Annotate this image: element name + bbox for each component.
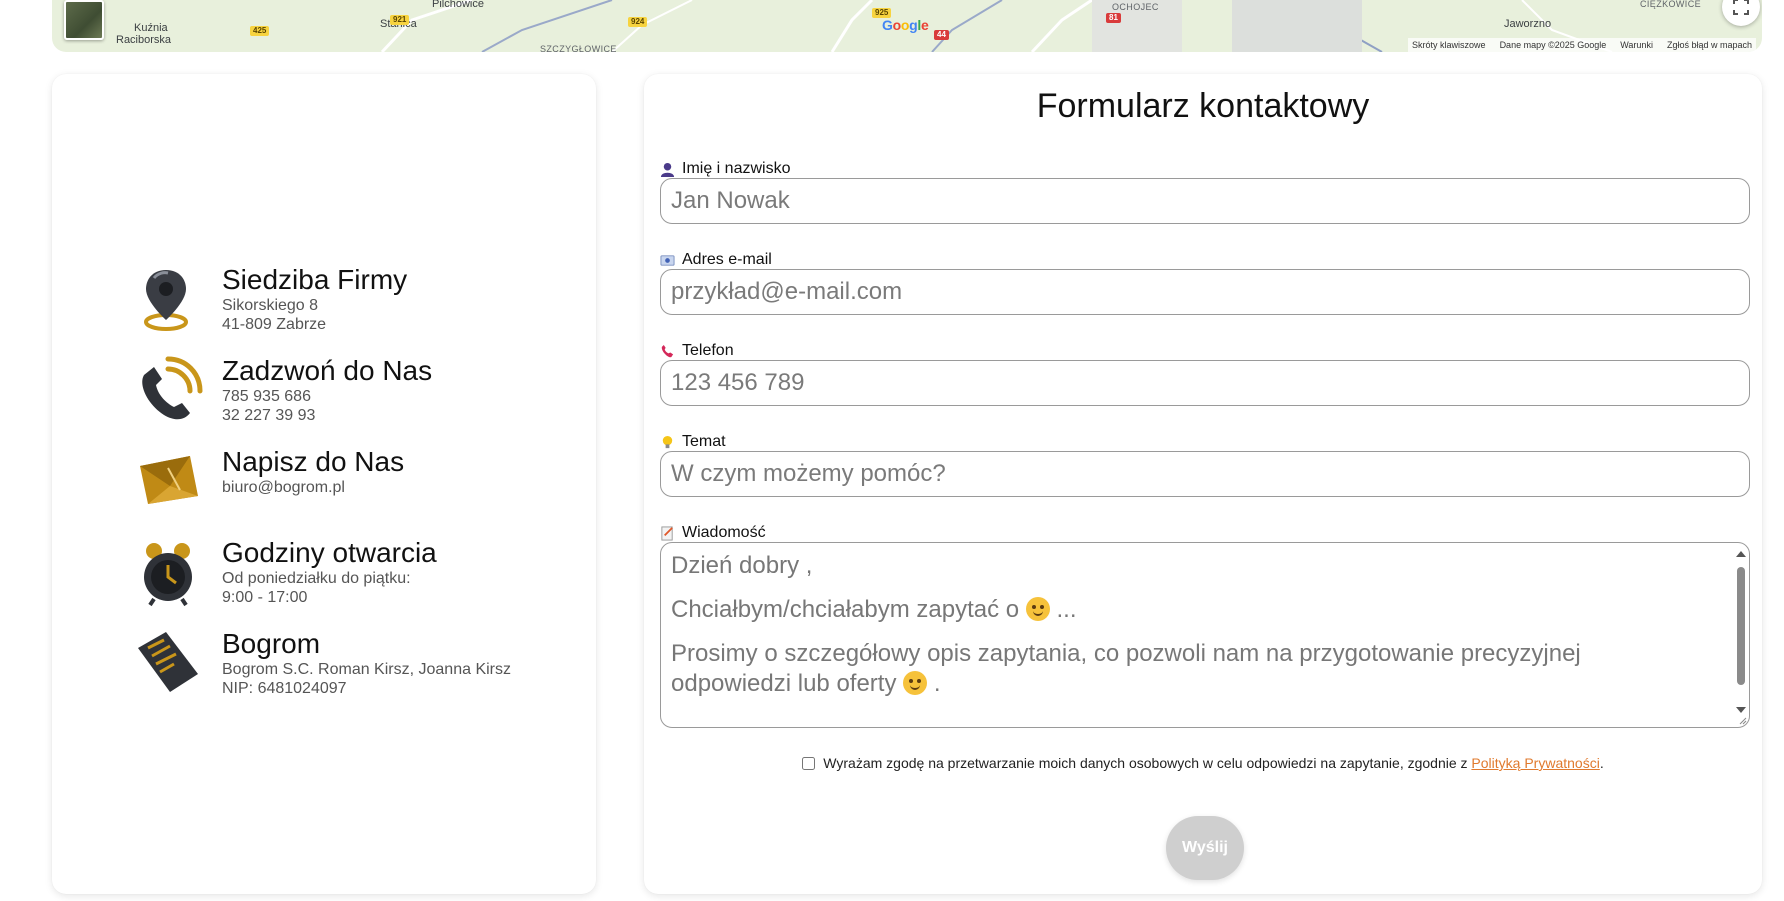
memo-icon bbox=[661, 525, 673, 541]
terms-link[interactable]: Warunki bbox=[1620, 40, 1653, 50]
smiling-emoji-icon bbox=[903, 671, 928, 695]
consent-row: Wyrażam zgodę na przetwarzanie moich dan… bbox=[644, 755, 1762, 771]
map-place: Kuźnia bbox=[134, 22, 168, 34]
map-place: Raciborska bbox=[116, 34, 172, 46]
contact-info-card: Siedziba Firmy Sikorskiego 8 41-809 Zabr… bbox=[52, 74, 596, 894]
info-title: Godziny otwarcia bbox=[222, 537, 437, 568]
info-line: 785 935 686 bbox=[222, 388, 311, 405]
phone-icon bbox=[142, 356, 203, 420]
lightbulb-icon bbox=[662, 435, 673, 448]
message-line: Chciałbym/chciałabym zapytać o bbox=[671, 596, 1020, 623]
textarea-scrollbar[interactable] bbox=[1735, 549, 1747, 717]
fullscreen-icon bbox=[1733, 0, 1749, 15]
message-line-suffix: . bbox=[933, 670, 941, 697]
road-shield: 924 bbox=[628, 17, 648, 27]
document-icon bbox=[138, 632, 198, 692]
info-line: NIP: 6481024097 bbox=[222, 680, 347, 697]
info-line: 41-809 Zabrze bbox=[222, 316, 327, 333]
contact-info-list: Siedziba Firmy Sikorskiego 8 41-809 Zabr… bbox=[134, 264, 511, 719]
subject-field: Temat bbox=[660, 433, 1750, 497]
location-pin-icon bbox=[144, 270, 188, 331]
person-icon bbox=[660, 162, 675, 177]
form-title: Formularz kontaktowy bbox=[1036, 87, 1370, 125]
alarm-clock-icon bbox=[144, 543, 192, 607]
subject-input[interactable] bbox=[660, 451, 1750, 497]
map-place: OCHOJEC bbox=[1112, 2, 1159, 12]
info-line: Bogrom S.C. Roman Kirsz, Joanna Kirsz bbox=[222, 661, 511, 678]
message-line: Dzień dobry , bbox=[671, 552, 813, 579]
name-input[interactable] bbox=[660, 178, 1750, 224]
consent-text-main: Wyrażam zgodę na przetwarzanie moich dan… bbox=[823, 755, 1468, 771]
info-title: Siedziba Firmy bbox=[222, 264, 408, 295]
road-shield: 44 bbox=[934, 30, 949, 40]
info-line: Od poniedziałku do piątku: bbox=[222, 570, 411, 587]
subject-label-text: Temat bbox=[682, 433, 726, 450]
keyboard-shortcuts-link[interactable]: Skróty klawiszowe bbox=[1412, 40, 1486, 50]
message-line-suffix: ... bbox=[1056, 596, 1077, 623]
subject-label: Temat bbox=[660, 433, 1750, 451]
map-place: CIĘŻKOWICE bbox=[1640, 0, 1702, 9]
road-shield: 425 bbox=[250, 26, 270, 36]
info-item-hours: Godziny otwarcia Od poniedziałku do piąt… bbox=[134, 537, 511, 628]
road-shield: 921 bbox=[390, 15, 410, 25]
info-line: 32 227 39 93 bbox=[222, 407, 316, 424]
name-label: Imię i nazwisko bbox=[660, 160, 1750, 178]
message-field: Wiadomość Dzień dobry , Chciałbym/chciał… bbox=[660, 524, 1750, 728]
consent-text: Wyrażam zgodę na przetwarzanie moich dan… bbox=[823, 755, 1603, 771]
submit-button[interactable]: Wyślij bbox=[1166, 816, 1244, 880]
report-error-link[interactable]: Zgłoś błąd w mapach bbox=[1667, 40, 1752, 50]
phone-input[interactable] bbox=[660, 360, 1750, 406]
privacy-policy-link[interactable]: Polityką Prywatności bbox=[1471, 755, 1599, 771]
telephone-icon bbox=[661, 344, 674, 357]
name-field: Imię i nazwisko bbox=[660, 160, 1750, 224]
consent-text-end: . bbox=[1599, 755, 1604, 771]
message-line: Prosimy o szczegółowy opis zapytania, co… bbox=[671, 640, 1581, 667]
info-line: Sikorskiego 8 bbox=[222, 297, 319, 314]
email-input[interactable] bbox=[660, 269, 1750, 315]
message-line: odpowiedzi lub oferty bbox=[671, 670, 897, 697]
map-place: Pilchowice bbox=[432, 0, 484, 10]
message-textarea[interactable]: Dzień dobry , Chciałbym/chciałabym zapyt… bbox=[660, 542, 1750, 728]
map-place: Jaworzno bbox=[1504, 18, 1552, 30]
scroll-up-icon[interactable] bbox=[1736, 551, 1746, 557]
info-line: biuro@bogrom.pl bbox=[222, 479, 345, 496]
name-label-text: Imię i nazwisko bbox=[682, 160, 791, 177]
thinking-emoji-icon bbox=[1025, 597, 1050, 621]
phone-field: Telefon bbox=[660, 342, 1750, 406]
envelope-icon bbox=[140, 456, 198, 504]
message-label: Wiadomość bbox=[660, 524, 1750, 542]
map-attribution: Skróty klawiszowe Dane mapy ©2025 Google… bbox=[1408, 38, 1756, 52]
info-item-company: Bogrom Bogrom S.C. Roman Kirsz, Joanna K… bbox=[134, 628, 511, 719]
email-field: Adres e-mail bbox=[660, 251, 1750, 315]
info-item-phone: Zadzwoń do Nas 785 935 686 32 227 39 93 bbox=[134, 355, 511, 446]
phone-label-text: Telefon bbox=[682, 342, 734, 359]
scroll-down-icon[interactable] bbox=[1736, 707, 1746, 713]
satellite-toggle[interactable] bbox=[64, 0, 104, 40]
info-title: Bogrom bbox=[222, 628, 321, 659]
map-embed[interactable]: Kuźnia Raciborska Stanica Pilchowice SZC… bbox=[52, 0, 1762, 52]
map-data-text: Dane mapy ©2025 Google bbox=[1499, 40, 1607, 50]
google-logo: Google bbox=[882, 17, 929, 33]
phone-label: Telefon bbox=[660, 342, 1750, 360]
message-label-text: Wiadomość bbox=[682, 524, 766, 541]
info-title: Napisz do Nas bbox=[222, 446, 405, 477]
email-label: Adres e-mail bbox=[660, 251, 1750, 269]
info-item-address: Siedziba Firmy Sikorskiego 8 41-809 Zabr… bbox=[134, 264, 511, 355]
map-place: SZCZYGŁOWICE bbox=[540, 44, 617, 52]
road-shield: 81 bbox=[1106, 13, 1121, 23]
info-line: 9:00 - 17:00 bbox=[222, 589, 308, 606]
info-title: Zadzwoń do Nas bbox=[222, 355, 433, 386]
consent-checkbox[interactable] bbox=[802, 756, 816, 770]
contact-form-card: Formularz kontaktowy Imię i nazwisko Adr… bbox=[644, 74, 1762, 894]
email-label-text: Adres e-mail bbox=[682, 251, 772, 268]
email-icon bbox=[660, 254, 675, 266]
resize-grip-icon[interactable] bbox=[1737, 715, 1747, 725]
scrollbar-thumb[interactable] bbox=[1737, 567, 1745, 685]
info-item-email: Napisz do Nas biuro@bogrom.pl bbox=[134, 446, 511, 537]
